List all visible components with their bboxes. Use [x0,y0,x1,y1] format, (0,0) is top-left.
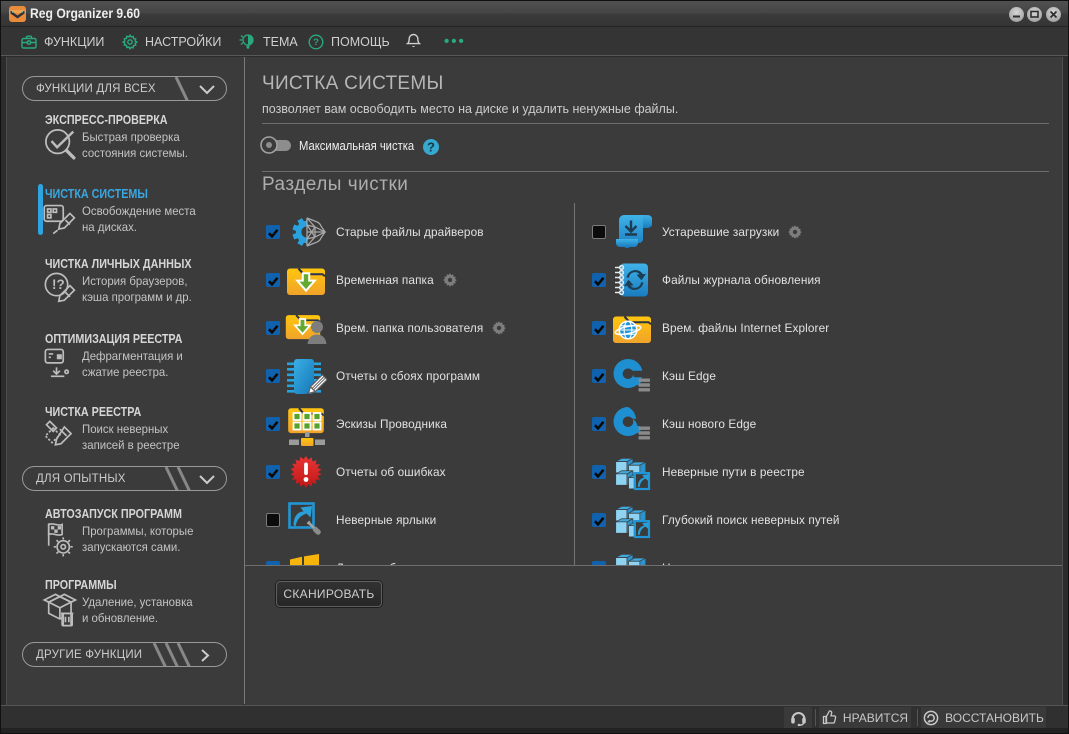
svg-text:?: ? [427,140,435,155]
svg-text:?: ? [313,37,319,48]
svg-text:!?: !? [52,277,65,292]
